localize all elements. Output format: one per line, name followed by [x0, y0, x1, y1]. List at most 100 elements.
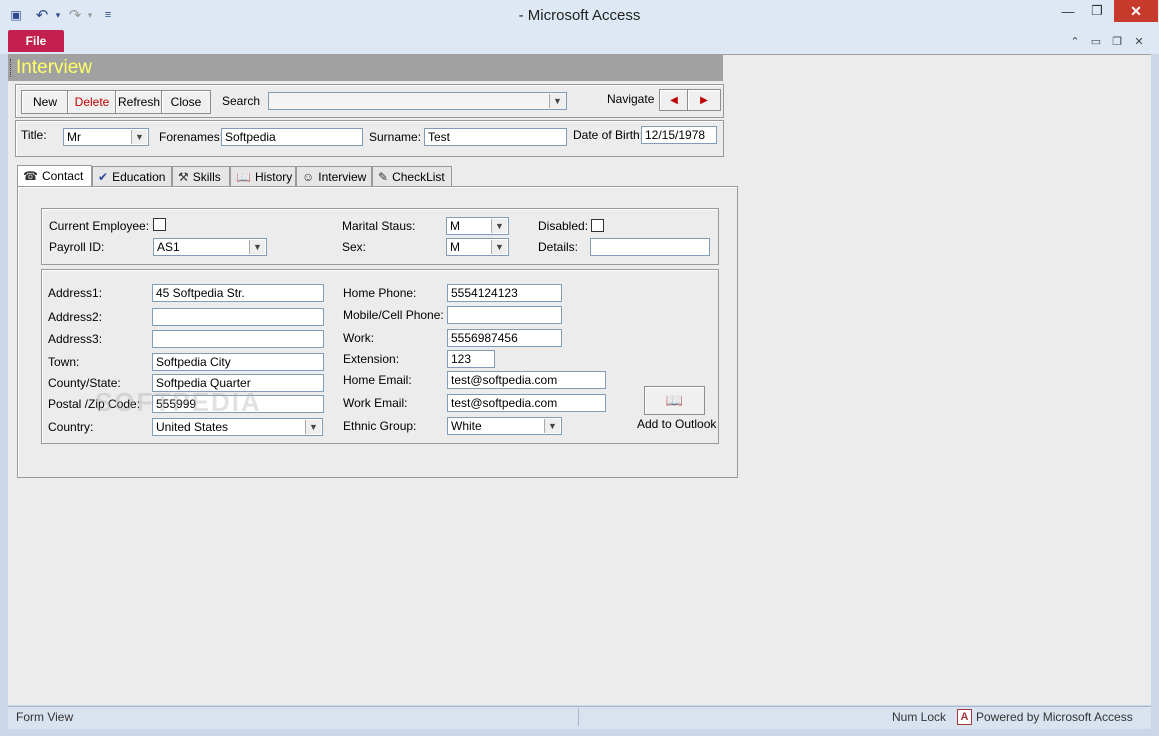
tab-label: Contact: [41, 169, 84, 183]
home-phone-field[interactable]: 5554124123: [447, 284, 562, 302]
hammer-icon: ⚒: [178, 169, 189, 184]
details-field[interactable]: [590, 238, 710, 256]
chevron-down-icon[interactable]: ▼: [131, 130, 147, 144]
tab-education[interactable]: ✔ Education: [92, 166, 172, 186]
town-field[interactable]: Softpedia City: [152, 353, 324, 371]
mobile-field[interactable]: [447, 306, 562, 324]
disabled-label: Disabled:: [538, 219, 589, 233]
tab-interview[interactable]: ☺ Interview: [296, 166, 372, 186]
home-email-field[interactable]: test@softpedia.com: [447, 371, 606, 389]
address3-field[interactable]: [152, 330, 324, 348]
new-button[interactable]: New: [21, 90, 69, 114]
sex-combo[interactable]: M ▼: [446, 238, 509, 256]
chevron-down-icon[interactable]: ▼: [491, 240, 507, 254]
book-icon: 📖: [665, 392, 684, 408]
chevron-down-icon[interactable]: ▼: [491, 219, 507, 233]
close-form-button[interactable]: Close: [161, 90, 211, 114]
next-record-button[interactable]: ▶: [687, 89, 721, 111]
book-icon: 📖: [236, 169, 251, 184]
forenames-label: Forenames:: [159, 130, 224, 144]
form-title: Interview: [16, 57, 93, 78]
country-value: United States: [156, 420, 229, 434]
tab-checklist[interactable]: ✎ CheckList: [372, 166, 452, 186]
surname-label: Surname:: [369, 130, 422, 144]
home-email-label: Home Email:: [343, 373, 412, 387]
doc-restore-icon[interactable]: ❐: [1109, 34, 1125, 48]
payroll-combo[interactable]: AS1 ▼: [153, 238, 267, 256]
sex-value: M: [450, 240, 460, 254]
previous-record-button[interactable]: ◀: [659, 89, 689, 111]
extension-label: Extension:: [343, 352, 400, 366]
tab-contact[interactable]: ☎ Contact: [17, 165, 92, 186]
search-label: Search: [222, 94, 261, 108]
forenames-field[interactable]: Softpedia: [221, 128, 363, 146]
dob-label: Date of Birth:: [573, 128, 644, 142]
current-employee-checkbox[interactable]: [153, 218, 166, 231]
minimize-button[interactable]: —: [1052, 0, 1084, 22]
chevron-down-icon[interactable]: ▼: [305, 420, 321, 434]
refresh-button[interactable]: Refresh: [115, 90, 163, 114]
ethnic-label: Ethnic Group:: [343, 419, 417, 433]
access-logo-icon: A: [957, 709, 972, 725]
address3-label: Address3:: [48, 332, 103, 346]
work-email-label: Work Email:: [343, 396, 408, 410]
record-selector[interactable]: [10, 59, 15, 77]
chevron-down-icon[interactable]: ▼: [549, 94, 565, 108]
address2-label: Address2:: [48, 310, 103, 324]
chevron-down-icon[interactable]: ▼: [544, 419, 560, 433]
tab-history[interactable]: 📖 History: [230, 166, 296, 186]
delete-button[interactable]: Delete: [67, 90, 117, 114]
ribbon-bar: [0, 30, 1159, 54]
tab-label: CheckList: [392, 169, 445, 184]
dob-field[interactable]: 12/15/1978: [641, 126, 717, 144]
work-label: Work:: [343, 331, 375, 345]
details-label: Details:: [538, 240, 579, 254]
maximize-button[interactable]: ❐: [1081, 0, 1113, 22]
marital-label: Marital Staus:: [342, 219, 416, 233]
work-field[interactable]: 5556987456: [447, 329, 562, 347]
tab-label: Skills: [192, 169, 221, 184]
add-to-outlook-label: Add to Outlook: [637, 417, 717, 431]
disabled-checkbox[interactable]: [591, 219, 604, 232]
work-email-field[interactable]: test@softpedia.com: [447, 394, 606, 412]
tab-skills[interactable]: ⚒ Skills: [172, 166, 230, 186]
marital-value: M: [450, 219, 460, 233]
phone-icon: ☎: [23, 169, 38, 183]
file-tab[interactable]: File: [8, 30, 64, 52]
checklist-icon: ✎: [378, 169, 389, 184]
search-combo[interactable]: ▼: [268, 92, 567, 110]
employment-group: [41, 208, 719, 265]
payroll-value: AS1: [157, 240, 180, 254]
mobile-label: Mobile/Cell Phone:: [343, 308, 444, 322]
tab-label: Interview: [318, 169, 367, 184]
title-combo[interactable]: Mr ▼: [63, 128, 149, 146]
watermark: SOFTPEDIA: [95, 387, 262, 417]
close-window-button[interactable]: ✕: [1114, 0, 1158, 22]
chevron-down-icon[interactable]: ▼: [249, 240, 265, 254]
extension-field[interactable]: 123: [447, 350, 495, 368]
numlock-status: Num Lock: [892, 710, 947, 724]
country-combo[interactable]: United States ▼: [152, 418, 323, 436]
status-separator: [578, 708, 579, 726]
tab-label: Education: [112, 169, 166, 184]
country-label: Country:: [48, 420, 94, 434]
address2-field[interactable]: [152, 308, 324, 326]
tab-label: History: [254, 169, 293, 184]
doc-minimize-icon[interactable]: ▭: [1088, 34, 1104, 48]
view-status: Form View: [16, 710, 74, 724]
marital-combo[interactable]: M ▼: [446, 217, 509, 235]
add-to-outlook-button[interactable]: 📖: [644, 386, 705, 415]
surname-field[interactable]: Test: [424, 128, 567, 146]
title-label: Title:: [21, 128, 47, 142]
spellcheck-icon: ✔: [98, 169, 109, 184]
home-phone-label: Home Phone:: [343, 286, 417, 300]
doc-close-icon[interactable]: ✕: [1131, 34, 1147, 48]
navigate-label: Navigate: [607, 92, 655, 106]
form-header: [8, 55, 723, 81]
ethnic-combo[interactable]: White ▼: [447, 417, 562, 435]
collapse-ribbon-icon[interactable]: ⌃: [1067, 34, 1083, 48]
address1-field[interactable]: 45 Softpedia Str.: [152, 284, 324, 302]
face-icon: ☺: [302, 169, 315, 184]
town-label: Town:: [48, 355, 80, 369]
window-title: - Microsoft Access: [518, 7, 641, 24]
